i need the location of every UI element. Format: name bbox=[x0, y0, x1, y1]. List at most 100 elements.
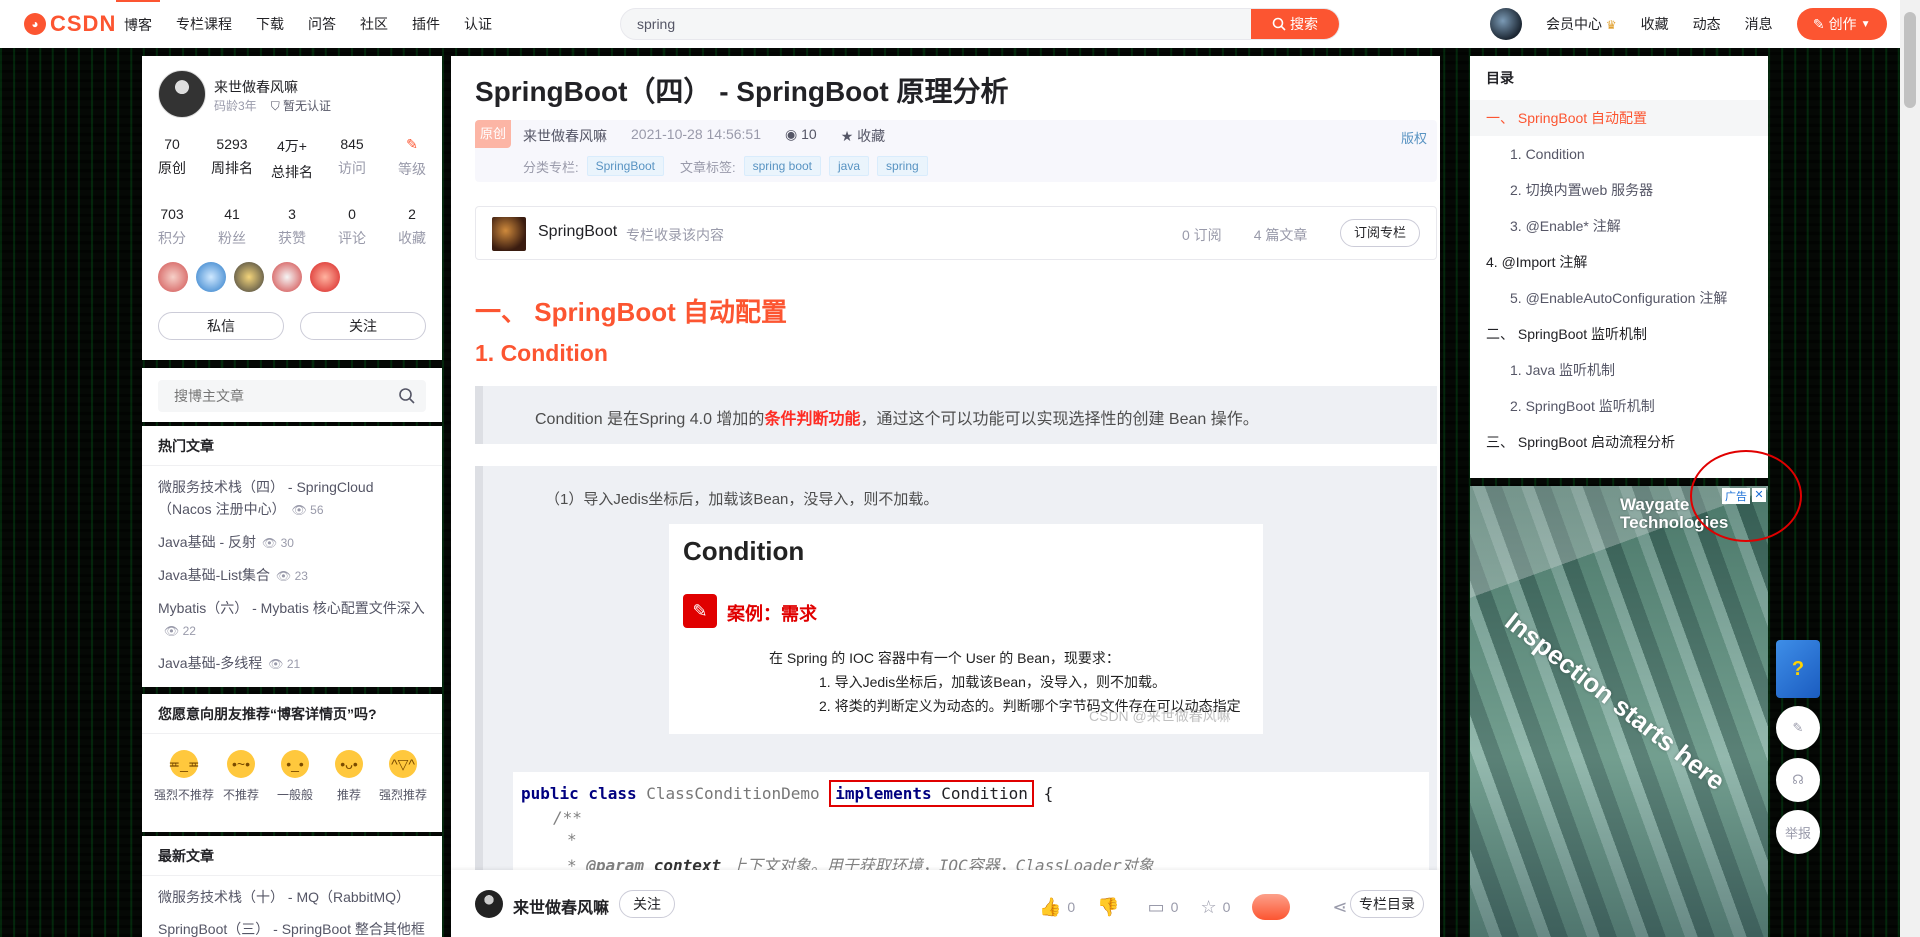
step-quote: （1）导入Jedis坐标后，加载该Bean，没导入，则不加载。 Conditio… bbox=[475, 466, 1437, 937]
author-avatar[interactable] bbox=[475, 890, 503, 918]
create-button[interactable]: ✎ 创作 ▼ bbox=[1796, 8, 1887, 40]
stat-original[interactable]: 70 原创 bbox=[142, 136, 202, 182]
tag-chip[interactable]: spring bbox=[877, 156, 928, 176]
list-item[interactable]: Mybatis（六） - Mybatis 核心配置文件深入👁 22 bbox=[158, 597, 426, 642]
badge-icon[interactable] bbox=[310, 262, 340, 292]
search-button[interactable]: 搜索 bbox=[1251, 9, 1339, 39]
toc-item[interactable]: 3. @Enable* 注解 bbox=[1470, 208, 1768, 244]
user-avatar[interactable] bbox=[1490, 8, 1522, 40]
stat-comments: 0 评论 bbox=[338, 206, 366, 246]
nav-community[interactable]: 社区 bbox=[352, 0, 396, 48]
confused-face-icon: •~• bbox=[227, 750, 256, 778]
nav-courses[interactable]: 专栏课程 bbox=[168, 0, 240, 48]
nav-cert[interactable]: 认证 bbox=[456, 0, 500, 48]
list-item[interactable]: 微服务技术栈（四） - SpringCloud（Nacos 注册中心） 👁 56 bbox=[158, 476, 426, 521]
category-chip[interactable]: SpringBoot bbox=[586, 156, 664, 176]
stat-week-rank[interactable]: 5293 周排名 bbox=[202, 136, 262, 182]
messages-link[interactable]: 消息 bbox=[1745, 14, 1773, 34]
caret-down-icon: ▼ bbox=[1860, 18, 1871, 30]
toc-item[interactable]: 2. SpringBoot 监听机制 bbox=[1470, 388, 1768, 424]
scrollbar-thumb[interactable] bbox=[1904, 12, 1916, 108]
meta-author[interactable]: 来世做春风嘛 bbox=[523, 126, 607, 146]
stat-level[interactable]: ✎ 等级 bbox=[382, 136, 442, 182]
step-text: （1）导入Jedis坐标后，加载该Bean，没导入，则不加载。 bbox=[545, 491, 939, 508]
search-icon[interactable] bbox=[398, 387, 416, 405]
global-search: 搜索 bbox=[620, 8, 1340, 40]
nav-qa[interactable]: 问答 bbox=[300, 0, 344, 48]
heading-1: 一、 SpringBoot 自动配置 bbox=[475, 297, 787, 327]
edit-icon[interactable]: ✎ bbox=[1776, 706, 1820, 750]
headset-icon[interactable]: ☊ bbox=[1776, 758, 1820, 802]
toolbar-author-name[interactable]: 来世做春风嘛 bbox=[513, 894, 609, 918]
column-directory-button[interactable]: 专栏目录 bbox=[1350, 890, 1424, 918]
report-button[interactable]: 举报 bbox=[1776, 810, 1820, 854]
tag-chip[interactable]: java bbox=[829, 156, 870, 176]
toc-item[interactable]: 1. Condition bbox=[1470, 136, 1768, 172]
list-item[interactable]: Java基础-多线程 👁 21 bbox=[158, 652, 426, 675]
stat-total-rank[interactable]: 4万+ 总排名 bbox=[262, 136, 322, 182]
nav-plugin[interactable]: 插件 bbox=[404, 0, 448, 48]
toolbar-follow-button[interactable]: 关注 bbox=[619, 890, 675, 918]
badge-icon[interactable] bbox=[196, 262, 226, 292]
rating-not[interactable]: •~• 不推荐 bbox=[214, 750, 268, 803]
toc-item[interactable]: 1. Java 监听机制 bbox=[1470, 352, 1768, 388]
badge-icon[interactable] bbox=[234, 262, 264, 292]
list-item[interactable]: Java基础-List集合 👁 23 bbox=[158, 564, 426, 587]
newest-list: 微服务技术栈（十） - MQ（RabbitMQ） SpringBoot（三） -… bbox=[142, 876, 442, 937]
article-meta: 原创 来世做春风嘛 2021-10-28 14:56:51 ◉ 10 ★ 收藏 … bbox=[475, 120, 1437, 182]
list-item[interactable]: 微服务技术栈（十） - MQ（RabbitMQ） bbox=[158, 886, 426, 908]
mystery-box-icon[interactable]: ? bbox=[1776, 640, 1820, 698]
author-avatar[interactable] bbox=[158, 70, 206, 118]
blog-search-box bbox=[158, 380, 426, 412]
search-input[interactable] bbox=[621, 9, 1221, 39]
toc-item[interactable]: 一、 SpringBoot 自动配置 bbox=[1470, 100, 1768, 136]
toc-item[interactable]: 4. @Import 注解 bbox=[1470, 244, 1768, 280]
star-icon: ★ bbox=[840, 128, 854, 144]
csdn-logo[interactable]: ◕ CSDN bbox=[24, 10, 116, 38]
list-item[interactable]: Java基础 - 反射 👁 30 bbox=[158, 531, 426, 554]
hot-articles-panel: 热门文章 微服务技术栈（四） - SpringCloud（Nacos 注册中心）… bbox=[142, 426, 442, 687]
follow-button[interactable]: 关注 bbox=[300, 312, 426, 340]
blog-search-input[interactable] bbox=[158, 380, 378, 412]
badge-icon[interactable] bbox=[272, 262, 302, 292]
nav-blog[interactable]: 博客 bbox=[116, 0, 160, 48]
stat-favorites: 2 收藏 bbox=[398, 206, 426, 246]
meta-favorite[interactable]: ★ 收藏 bbox=[841, 126, 885, 146]
column-name[interactable]: SpringBoot bbox=[538, 223, 617, 241]
nav-download[interactable]: 下载 bbox=[248, 0, 292, 48]
author-name[interactable]: 来世做春风嘛 bbox=[214, 77, 298, 97]
rating-recommend[interactable]: •ᴗ• 推荐 bbox=[322, 750, 376, 803]
subscribe-column-button[interactable]: 订阅专栏 bbox=[1340, 219, 1420, 247]
favorite-button[interactable]: ☆ 0 bbox=[1200, 897, 1230, 918]
logo-icon: ◕ bbox=[24, 13, 46, 35]
author-profile-card: 来世做春风嘛 码龄3年 ⛉ 暂无认证 70 原创 5293 周排名 4万+ 总排名 8… bbox=[142, 56, 442, 360]
rating-neutral[interactable]: •_• 一般般 bbox=[268, 750, 322, 803]
intro-quote: Condition 是在Spring 4.0 增加的条件判断功能，通过这个可以功… bbox=[475, 386, 1437, 444]
vip-center-link[interactable]: 会员中心 ♛ bbox=[1546, 14, 1617, 34]
activity-link[interactable]: 动态 bbox=[1693, 14, 1721, 34]
reward-icon[interactable] bbox=[1252, 894, 1291, 920]
toc-title: 目录 bbox=[1486, 70, 1514, 86]
favorites-link[interactable]: 收藏 bbox=[1641, 14, 1669, 34]
toc-item[interactable]: 2. 切换内置web 服务器 bbox=[1470, 172, 1768, 208]
like-button[interactable]: 👍 0 bbox=[1039, 897, 1075, 918]
toc-item[interactable]: 二、 SpringBoot 监听机制 bbox=[1470, 316, 1768, 352]
code-line: public class ClassConditionDemo implemen… bbox=[521, 780, 1053, 807]
private-message-button[interactable]: 私信 bbox=[158, 312, 284, 340]
badge-icon[interactable] bbox=[158, 262, 188, 292]
dislike-button[interactable]: 👎 bbox=[1097, 897, 1125, 918]
column-cover[interactable] bbox=[492, 217, 526, 251]
eye-icon: 👁 bbox=[268, 657, 284, 671]
copyright-link[interactable]: 版权 bbox=[1401, 128, 1427, 147]
thumbs-down-icon: 👎 bbox=[1097, 896, 1120, 917]
comment-button[interactable]: ▭ 0 bbox=[1148, 897, 1179, 918]
rating-strongly-recommend[interactable]: ^▽^ 强烈推荐 bbox=[376, 750, 430, 803]
list-item[interactable]: SpringBoot（三） - SpringBoot 整合其他框 bbox=[158, 918, 426, 937]
page-scrollbar[interactable] bbox=[1900, 0, 1920, 937]
share-button[interactable]: ⋖ bbox=[1332, 897, 1347, 918]
toc-item[interactable]: 5. @EnableAutoConfiguration 注解 bbox=[1470, 280, 1768, 316]
eye-icon: 👁 bbox=[276, 569, 292, 583]
advertisement[interactable]: Waygate Technologies Inspection starts he… bbox=[1470, 486, 1768, 937]
rating-strongly-not[interactable]: ≖_≖ 强烈不推荐 bbox=[154, 750, 214, 803]
tag-chip[interactable]: spring boot bbox=[743, 156, 821, 176]
